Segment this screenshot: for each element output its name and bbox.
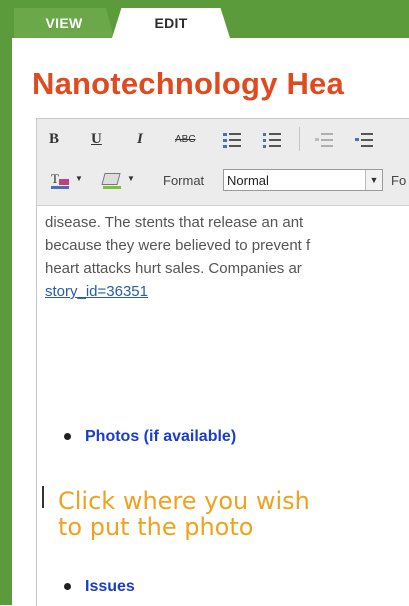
bold-icon[interactable]: B (49, 131, 59, 148)
tab-view[interactable]: VIEW (14, 8, 114, 38)
paragraph-line: because they were believed to prevent f (45, 237, 311, 254)
italic-icon[interactable]: I (137, 131, 143, 148)
chevron-down-icon[interactable]: ▼ (365, 170, 382, 190)
dropdown-arrow-icon[interactable]: ▼ (127, 174, 135, 183)
underline-icon[interactable]: U (91, 131, 102, 148)
list-item-label: Photos (if available) (85, 428, 237, 445)
tab-edit[interactable]: EDIT (112, 8, 230, 38)
bullet-icon (64, 433, 71, 441)
toolbar-separator (299, 127, 300, 151)
bullet-icon (64, 583, 71, 591)
list-item[interactable]: Issues (64, 578, 135, 596)
format-select-value: Normal (227, 173, 269, 188)
list-item[interactable]: Photos (if available) (64, 428, 236, 446)
instruction-annotation: Click where you wish to put the photo (58, 488, 310, 540)
font-label: Fo (391, 173, 407, 188)
editor-content[interactable]: disease. The stents that release an ant … (45, 211, 409, 303)
outdent-icon[interactable] (315, 131, 333, 149)
instruction-line: to put the photo (58, 513, 254, 541)
list-item-label: Issues (85, 578, 135, 595)
bulleted-list-icon[interactable] (263, 131, 281, 149)
window-left-border (0, 0, 12, 605)
numbered-list-icon[interactable] (223, 131, 241, 149)
paragraph-line: heart attacks hurt sales. Companies ar (45, 260, 302, 277)
text-cursor (42, 486, 44, 508)
page-title: Nanotechnology Hea (32, 66, 344, 101)
story-link[interactable]: story_id=36351 (45, 283, 148, 300)
editor-toolbar: B U I ABC T ▼ ▼ Format Normal ▼ Fo (37, 119, 409, 206)
dropdown-arrow-icon[interactable]: ▼ (75, 174, 83, 183)
instruction-line: Click where you wish (58, 487, 310, 515)
format-select[interactable]: Normal ▼ (223, 169, 383, 191)
text-color-icon[interactable]: T (49, 171, 71, 189)
strikethrough-icon[interactable]: ABC (175, 134, 196, 145)
indent-icon[interactable] (355, 131, 373, 149)
paragraph-line: disease. The stents that release an ant (45, 214, 304, 231)
format-label: Format (163, 173, 205, 188)
background-color-icon[interactable] (101, 171, 123, 189)
